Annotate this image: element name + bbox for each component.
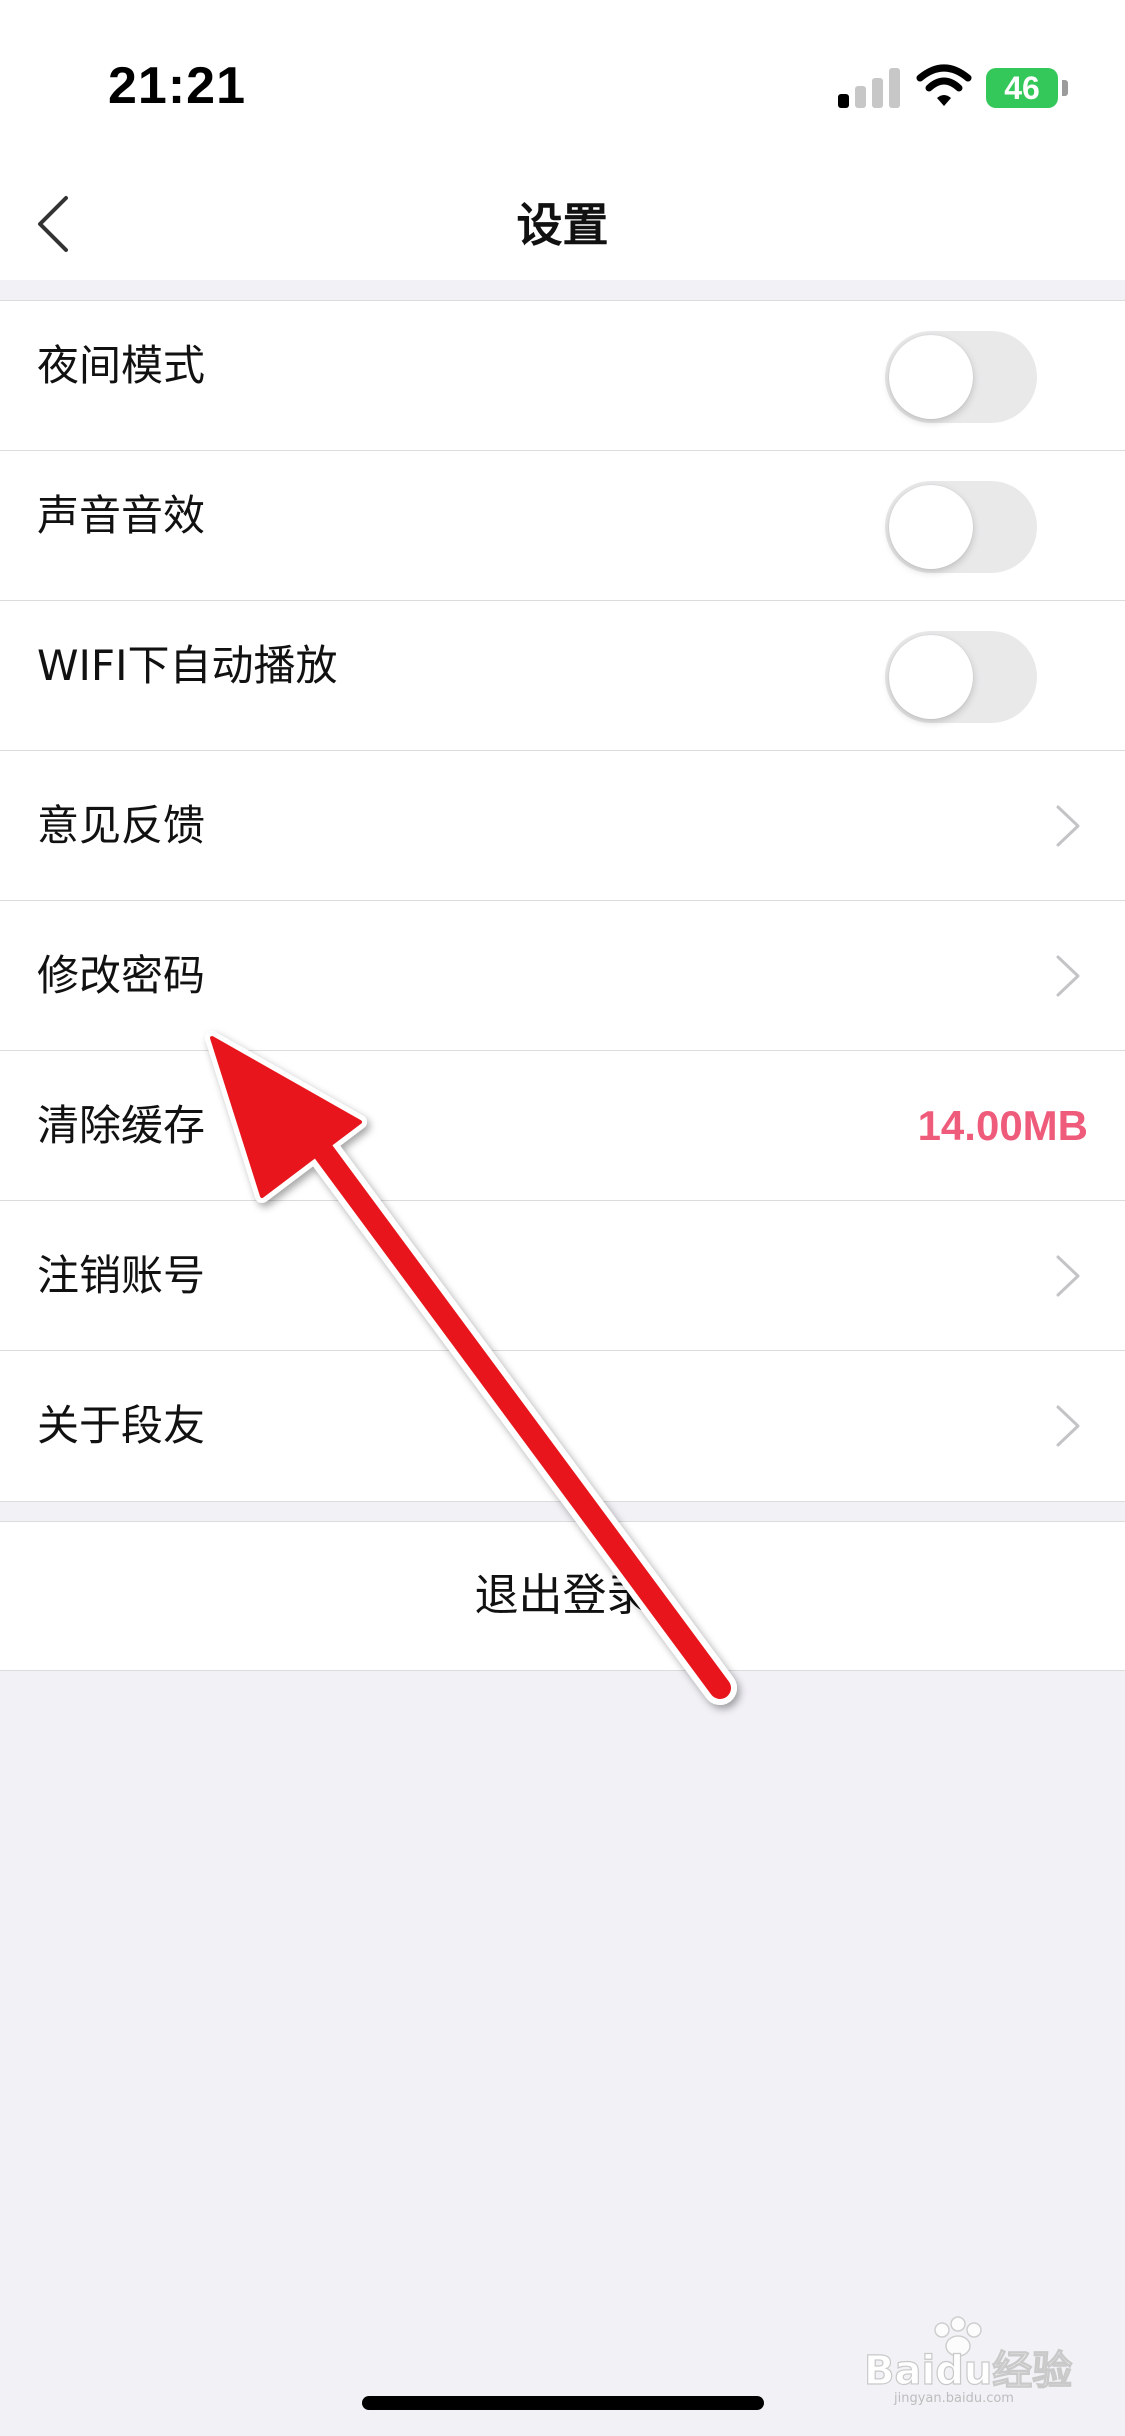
page-title: 设置 bbox=[516, 198, 609, 252]
setting-row-deactivate-account[interactable]: 注销账号 bbox=[0, 1201, 1125, 1351]
cache-size-value: 14.00MB bbox=[917, 1102, 1088, 1149]
settings-list: 夜间模式 声音音效 WIFI下自动播放 意见反馈 修改密码 清除缓存 14.00… bbox=[0, 300, 1125, 1502]
night-mode-toggle[interactable] bbox=[885, 331, 1037, 423]
home-indicator bbox=[362, 2396, 764, 2410]
chevron-right-icon bbox=[1056, 805, 1080, 847]
watermark-text: Baidu经验 bbox=[864, 2348, 1072, 2394]
toggle-knob bbox=[889, 335, 973, 419]
toggle-knob bbox=[889, 485, 973, 569]
change-password-label: 修改密码 bbox=[37, 951, 206, 1000]
setting-row-wifi-autoplay: WIFI下自动播放 bbox=[0, 601, 1125, 751]
chevron-right-icon bbox=[1056, 1405, 1080, 1447]
chevron-right-icon bbox=[1056, 1255, 1080, 1297]
battery-cap bbox=[1062, 80, 1068, 96]
watermark-subtext: jingyan.baidu.com bbox=[893, 2391, 1014, 2406]
status-time: 21:21 bbox=[108, 57, 246, 115]
clear-cache-label: 清除缓存 bbox=[37, 1101, 206, 1150]
sound-effects-toggle[interactable] bbox=[885, 481, 1037, 573]
charging-battery-icon: 46 bbox=[986, 68, 1058, 108]
back-button[interactable] bbox=[20, 184, 100, 264]
chevron-right-icon bbox=[1056, 955, 1080, 997]
baidu-jingyan-watermark: Baidu经验 jingyan.baidu.com bbox=[863, 2316, 1073, 2406]
setting-row-about[interactable]: 关于段友 bbox=[0, 1351, 1125, 1501]
feedback-label: 意见反馈 bbox=[37, 801, 206, 850]
status-bar: 21:21 46 bbox=[0, 0, 1125, 170]
about-label: 关于段友 bbox=[37, 1401, 206, 1450]
night-mode-label: 夜间模式 bbox=[37, 341, 206, 390]
wifi-autoplay-toggle[interactable] bbox=[885, 631, 1037, 723]
toggle-knob bbox=[889, 635, 973, 719]
setting-row-night-mode: 夜间模式 bbox=[0, 301, 1125, 451]
setting-row-feedback[interactable]: 意见反馈 bbox=[0, 751, 1125, 901]
setting-row-sound-effects: 声音音效 bbox=[0, 451, 1125, 601]
logout-section: 退出登录 bbox=[0, 1521, 1125, 1671]
navigation-bar: 设置 bbox=[0, 170, 1125, 280]
sound-effects-label: 声音音效 bbox=[37, 491, 206, 540]
logout-button[interactable]: 退出登录 bbox=[0, 1522, 1125, 1670]
deactivate-account-label: 注销账号 bbox=[37, 1251, 206, 1300]
wifi-autoplay-label: WIFI下自动播放 bbox=[37, 641, 338, 690]
cellular-signal-icon bbox=[838, 68, 902, 108]
setting-row-change-password[interactable]: 修改密码 bbox=[0, 901, 1125, 1051]
chevron-left-icon bbox=[38, 196, 68, 252]
battery-level: 46 bbox=[1004, 70, 1040, 106]
setting-row-clear-cache[interactable]: 清除缓存 14.00MB bbox=[0, 1051, 1125, 1201]
wifi-icon bbox=[916, 64, 972, 106]
